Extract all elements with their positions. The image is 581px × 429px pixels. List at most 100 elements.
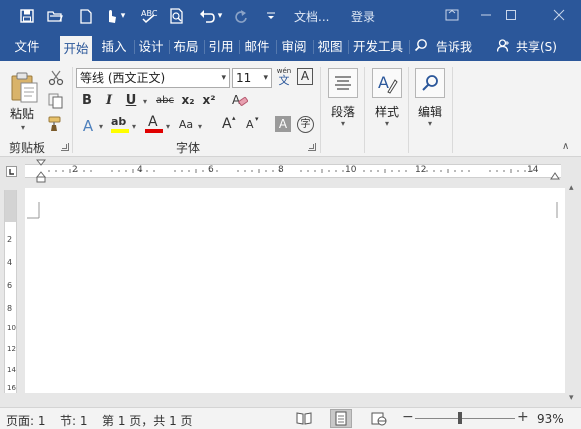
login-link[interactable]: 登录 — [351, 8, 375, 25]
document-page[interactable] — [25, 188, 565, 393]
subscript-button[interactable]: x₂ — [180, 93, 196, 107]
status-section[interactable]: 节: 1 — [60, 412, 88, 429]
web-layout-icon[interactable] — [371, 411, 387, 426]
tab-file[interactable]: 文件 — [8, 33, 46, 61]
zoom-in-icon[interactable]: + — [517, 409, 529, 425]
print-layout-icon[interactable] — [330, 409, 352, 428]
close-icon[interactable] — [547, 4, 571, 26]
styles-icon[interactable]: A — [372, 68, 402, 98]
tab-developer[interactable]: 开发工具 — [349, 33, 407, 61]
ruler-number: 10 — [345, 165, 357, 175]
redo-icon[interactable] — [231, 6, 251, 26]
grow-font-button[interactable]: A ▴ — [220, 114, 238, 133]
chevron-down-icon: ▾ — [263, 73, 268, 83]
clear-formatting-icon[interactable]: A — [232, 92, 249, 108]
zoom-slider[interactable] — [415, 418, 515, 419]
read-mode-icon[interactable] — [296, 411, 312, 426]
indent-marker-icon[interactable] — [35, 159, 47, 183]
text-highlight-button[interactable]: ab — [111, 115, 129, 135]
editing-button[interactable]: 编辑 — [418, 103, 442, 120]
copy-icon[interactable] — [48, 93, 64, 109]
ruler-number: 6 — [208, 165, 214, 175]
vruler-number: 2 — [7, 235, 13, 244]
italic-button[interactable]: I — [102, 93, 116, 108]
tab-insert[interactable]: 插入 — [98, 33, 130, 61]
paragraph-icon[interactable] — [328, 68, 358, 98]
zoom-level[interactable]: 93% — [537, 412, 564, 426]
undo-dropdown-icon[interactable]: ▾ — [215, 6, 225, 26]
styles-dropdown-icon[interactable]: ▾ — [385, 119, 389, 128]
status-page[interactable]: 页面: 1 — [6, 412, 46, 429]
strikethrough-button[interactable]: abc — [155, 95, 175, 106]
font-size-combo[interactable]: 11 ▾ — [232, 68, 272, 88]
phonetic-guide-button[interactable]: wén 文 — [276, 67, 292, 89]
new-icon[interactable] — [76, 6, 96, 26]
format-painter-icon[interactable] — [48, 116, 64, 132]
zoom-out-icon[interactable]: − — [402, 409, 414, 425]
tell-me-box[interactable]: 告诉我 — [414, 33, 480, 61]
editing-dropdown-icon[interactable]: ▾ — [428, 119, 432, 128]
spelling-icon[interactable]: ABC — [139, 6, 159, 26]
minimize-icon[interactable] — [474, 4, 498, 26]
character-shading-button[interactable]: A — [275, 116, 291, 132]
font-launcher-icon[interactable] — [308, 143, 316, 151]
tab-home[interactable]: 开始 — [60, 36, 92, 61]
vruler-number: 12 — [7, 345, 16, 353]
status-page-count[interactable]: 第 1 页，共 1 页 — [102, 412, 193, 429]
paragraph-dropdown-icon[interactable]: ▾ — [341, 119, 345, 128]
tab-layout[interactable]: 布局 — [170, 33, 202, 61]
paste-dropdown-icon[interactable]: ▾ — [21, 123, 25, 132]
underline-dropdown-icon[interactable]: ▾ — [143, 97, 147, 106]
highlight-dropdown-icon[interactable]: ▾ — [132, 122, 136, 131]
touch-mode-dropdown-icon[interactable]: ▾ — [118, 6, 128, 26]
font-name-combo[interactable]: 等线 (西文正文) ▾ — [76, 68, 230, 88]
tab-mailings[interactable]: 邮件 — [240, 33, 274, 61]
font-color-dropdown-icon[interactable]: ▾ — [166, 122, 170, 131]
horizontal-ruler[interactable]: 2 4 6 8 10 12 14 — [25, 164, 561, 178]
ribbon-tab-bar: 文件 开始 插入 设计 布局 引用 邮件 审阅 视图 开发工具 告诉我 共享(S… — [0, 33, 581, 61]
print-preview-icon[interactable] — [167, 6, 187, 26]
tab-design[interactable]: 设计 — [135, 33, 167, 61]
scroll-down-icon[interactable]: ▾ — [569, 393, 574, 403]
tab-separator — [409, 40, 410, 54]
change-case-button[interactable]: Aa — [176, 118, 196, 131]
paste-icon[interactable] — [10, 70, 40, 104]
ribbon-display-options-icon[interactable] — [440, 4, 464, 26]
underline-button[interactable]: U — [124, 93, 138, 108]
tab-view[interactable]: 视图 — [314, 33, 346, 61]
text-effects-button[interactable]: A — [80, 117, 96, 135]
tab-selector-icon[interactable] — [6, 166, 17, 177]
enclose-characters-button[interactable]: 字 — [297, 116, 314, 133]
paragraph-button[interactable]: 段落 — [331, 103, 355, 120]
cut-icon[interactable] — [48, 70, 64, 86]
superscript-button[interactable]: x² — [201, 93, 217, 107]
font-color-button[interactable]: A — [145, 114, 163, 135]
phonetic-guide-char: 文 — [278, 74, 290, 87]
shrink-font-button[interactable]: A ▾ — [244, 115, 262, 133]
document-title: 文档... — [294, 10, 330, 24]
zoom-slider-thumb[interactable] — [458, 412, 462, 424]
customize-toolbar-icon[interactable] — [261, 6, 281, 26]
open-icon[interactable] — [45, 6, 65, 26]
collapse-ribbon-icon[interactable]: ∧ — [562, 141, 569, 152]
paste-label[interactable]: 粘贴 — [10, 105, 34, 122]
change-case-dropdown-icon[interactable]: ▾ — [198, 122, 202, 131]
ruler-number: 8 — [278, 165, 284, 175]
undo-icon[interactable] — [197, 6, 217, 26]
clipboard-launcher-icon[interactable] — [61, 143, 69, 151]
character-border-button[interactable]: A — [297, 68, 313, 85]
vertical-scrollbar[interactable]: ▴ ▾ — [566, 183, 581, 407]
text-effects-dropdown-icon[interactable]: ▾ — [99, 122, 103, 131]
tab-references[interactable]: 引用 — [205, 33, 237, 61]
styles-button[interactable]: 样式 — [375, 103, 399, 120]
save-icon[interactable] — [17, 6, 37, 26]
caret-down-icon: ▾ — [255, 115, 259, 123]
vertical-ruler[interactable]: 2 4 6 8 10 12 14 16 — [4, 190, 17, 393]
maximize-icon[interactable] — [499, 4, 523, 26]
share-button[interactable]: 共享(S) — [496, 33, 559, 61]
tab-review[interactable]: 审阅 — [277, 33, 311, 61]
scroll-up-icon[interactable]: ▴ — [569, 183, 574, 193]
find-icon[interactable] — [415, 68, 445, 98]
right-indent-marker-icon[interactable] — [550, 169, 560, 180]
bold-button[interactable]: B — [80, 93, 94, 108]
